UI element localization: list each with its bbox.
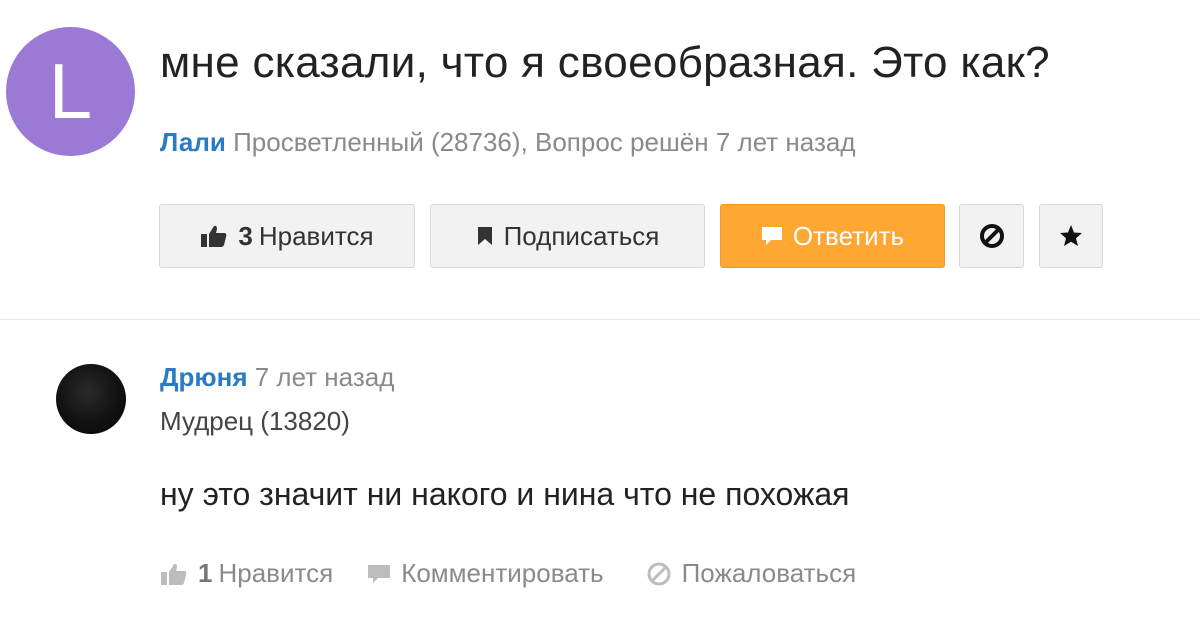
like-button[interactable]: 3 Нравится: [159, 204, 415, 268]
block-icon: [979, 223, 1005, 249]
comment-icon: [367, 563, 391, 585]
bookmark-icon: [476, 226, 494, 246]
divider: [0, 319, 1200, 320]
subscribe-label: Подписаться: [503, 220, 660, 251]
comment-icon: [761, 225, 783, 247]
star-icon: [1059, 224, 1083, 248]
answer-rank: Мудрец (13820): [160, 406, 350, 436]
subscribe-button[interactable]: Подписаться: [430, 204, 705, 268]
report-label: Пожаловаться: [681, 558, 857, 588]
question-meta: Лали Просветленный (28736), Вопрос решён…: [160, 127, 856, 158]
report-action[interactable]: Пожаловаться: [646, 558, 857, 589]
answer-actions: 1 Нравится Комментировать Пожаловаться: [160, 558, 856, 589]
answer-like-label: Нравится: [218, 558, 334, 588]
thumbs-up-icon: [200, 224, 228, 248]
answer-text: ну это значит ни накого и нина что не по…: [160, 476, 850, 512]
block-button[interactable]: [959, 204, 1024, 268]
answer-header: Дрюня 7 лет назад: [160, 362, 394, 393]
answer-like-action[interactable]: 1 Нравится: [160, 558, 333, 589]
comment-action[interactable]: Комментировать: [367, 558, 604, 589]
favorite-button[interactable]: [1039, 204, 1103, 268]
thumbs-up-icon: [160, 562, 188, 586]
question-author-link[interactable]: Лали: [160, 127, 226, 157]
answer-like-count: 1: [198, 558, 213, 588]
answer-button[interactable]: Ответить: [720, 204, 945, 268]
answer-label: Ответить: [792, 220, 905, 251]
comment-label: Комментировать: [401, 558, 604, 588]
question-meta-text: Просветленный (28736), Вопрос решён 7 ле…: [233, 127, 856, 157]
like-count: 3: [238, 220, 253, 251]
like-label: Нравится: [258, 220, 374, 251]
answer-avatar[interactable]: [56, 364, 126, 434]
answer-time: 7 лет назад: [254, 362, 395, 392]
avatar-letter: L: [48, 47, 93, 135]
question-title: мне сказали, что я своеобразная. Это как…: [160, 38, 1050, 87]
question-avatar[interactable]: L: [6, 27, 135, 156]
answer-author-link[interactable]: Дрюня: [160, 362, 247, 392]
report-icon: [646, 561, 672, 587]
